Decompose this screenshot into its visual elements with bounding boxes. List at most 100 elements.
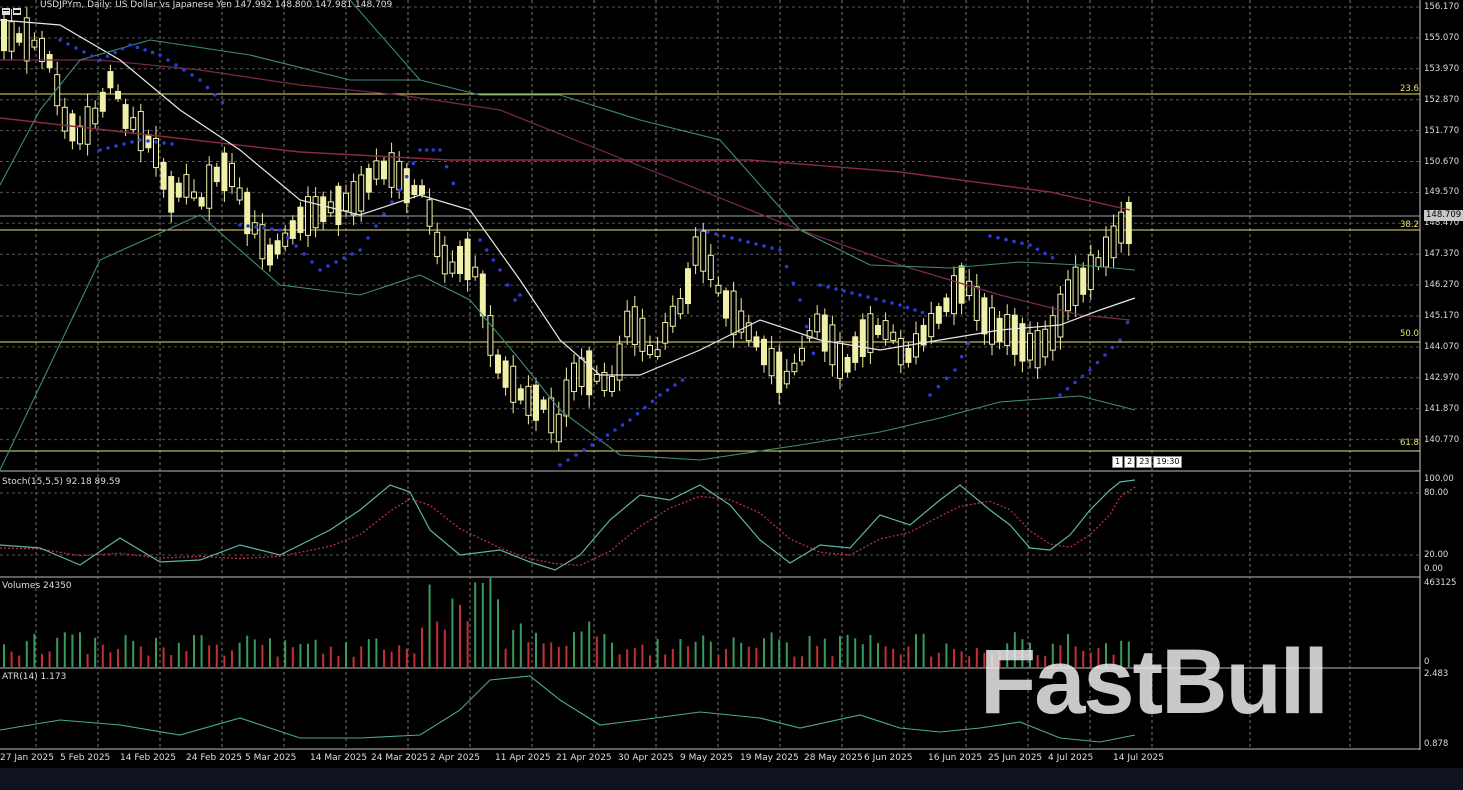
volume-bar <box>763 638 765 667</box>
candle-body <box>821 314 828 352</box>
volume-bar <box>747 646 750 667</box>
candle-body <box>1095 257 1102 268</box>
candle-body <box>852 336 859 363</box>
candle-body <box>624 310 631 338</box>
candle-body <box>464 238 471 281</box>
sar-dot <box>418 148 422 152</box>
candle-body <box>8 21 15 52</box>
date-axis-label: 30 Apr 2025 <box>618 753 674 763</box>
fibo-label-38-2: 38.2 <box>1400 220 1419 230</box>
candle-body <box>761 338 767 366</box>
candle-body <box>457 246 463 274</box>
candle-body <box>875 325 881 335</box>
candle-body <box>403 168 410 204</box>
chart-title: USDJPYm, Daily: US Dollar vs Japanese Ye… <box>40 0 393 10</box>
sar-dot <box>120 46 125 51</box>
volume-bar <box>960 651 963 667</box>
date-axis-label: 14 Jul 2025 <box>1113 753 1164 763</box>
sar-dot <box>174 63 178 67</box>
sar-dot <box>920 310 925 315</box>
candle-body <box>434 231 441 257</box>
sar-dot <box>404 174 409 179</box>
candle-body <box>221 152 228 192</box>
volume-bar <box>33 633 36 667</box>
sar-dot <box>996 236 1000 240</box>
sar-dot <box>1028 243 1032 247</box>
volume-bar <box>193 635 195 667</box>
sar-dot <box>558 463 562 467</box>
volume-bar <box>884 646 887 667</box>
volume-bar <box>702 635 705 667</box>
sar-dot <box>128 43 132 47</box>
volume-bar <box>535 632 537 667</box>
volume-bar <box>595 636 598 667</box>
price-axis-label: 156.170 <box>1424 2 1460 12</box>
candle-body <box>814 313 821 333</box>
date-axis-label: 16 Jun 2025 <box>928 753 983 763</box>
volume-bar <box>877 643 879 667</box>
candle-body <box>335 185 342 226</box>
sar-dot <box>928 393 932 397</box>
candle-body <box>92 107 99 125</box>
sar-dot <box>866 295 870 299</box>
sar-dot <box>730 236 734 240</box>
price-axis-label: 141.870 <box>1424 403 1460 414</box>
candle-body <box>882 320 889 340</box>
volume-bar <box>215 644 218 667</box>
candle-body <box>1049 315 1056 351</box>
sar-dot <box>478 238 482 242</box>
candle-body <box>1103 236 1109 268</box>
sar-dot <box>90 54 94 58</box>
sar-dot <box>294 244 298 248</box>
sar-dot <box>811 351 816 356</box>
price-axis-label: 150.670 <box>1424 156 1460 167</box>
volume-bar <box>975 648 978 667</box>
sar-dot <box>310 260 314 264</box>
volume-bar <box>41 654 43 667</box>
sar-dot <box>122 142 126 146</box>
sar-dot <box>518 293 522 297</box>
sar-dot <box>605 433 610 437</box>
date-axis-label: 24 Feb 2025 <box>186 753 243 763</box>
volume-bar <box>618 654 621 667</box>
candle-body <box>935 306 942 324</box>
candle-body <box>510 365 517 403</box>
sar-dot <box>913 308 917 312</box>
candle-body <box>1065 279 1071 312</box>
volume-bar <box>253 639 256 667</box>
volume-bar <box>337 655 340 667</box>
sar-dot <box>818 283 822 287</box>
candle-body <box>989 307 995 345</box>
candle-body <box>1 18 7 52</box>
volume-bar <box>831 656 834 667</box>
candle-body <box>388 152 395 188</box>
sar-dot <box>798 298 802 302</box>
candle-body <box>1087 254 1094 290</box>
volume-bar <box>603 633 606 667</box>
volume-bar <box>740 642 743 667</box>
volume-bar <box>816 645 819 667</box>
volume-bar <box>664 654 667 667</box>
sar-dot <box>182 68 186 72</box>
sar-dot <box>598 438 602 442</box>
sar-dot <box>988 234 992 238</box>
sar-dot <box>162 141 166 145</box>
volume-bar <box>953 649 955 667</box>
candle-body <box>1019 323 1026 362</box>
volume-bar <box>86 653 89 667</box>
candle-body <box>282 232 289 247</box>
bottom-bar <box>0 768 1463 790</box>
sar-dot <box>66 42 70 46</box>
volume-bar <box>770 632 773 667</box>
sar-dot <box>350 252 354 256</box>
sar-dot <box>1088 368 1092 372</box>
candle-body <box>396 160 403 191</box>
candle-body <box>206 164 213 209</box>
candle-body <box>23 17 30 62</box>
volume-bar <box>177 642 180 667</box>
candle-body <box>373 160 380 180</box>
price-axis-label: 146.270 <box>1424 280 1460 291</box>
candle-body <box>77 125 83 145</box>
sar-dot <box>498 268 502 272</box>
volume-bar <box>132 640 135 667</box>
